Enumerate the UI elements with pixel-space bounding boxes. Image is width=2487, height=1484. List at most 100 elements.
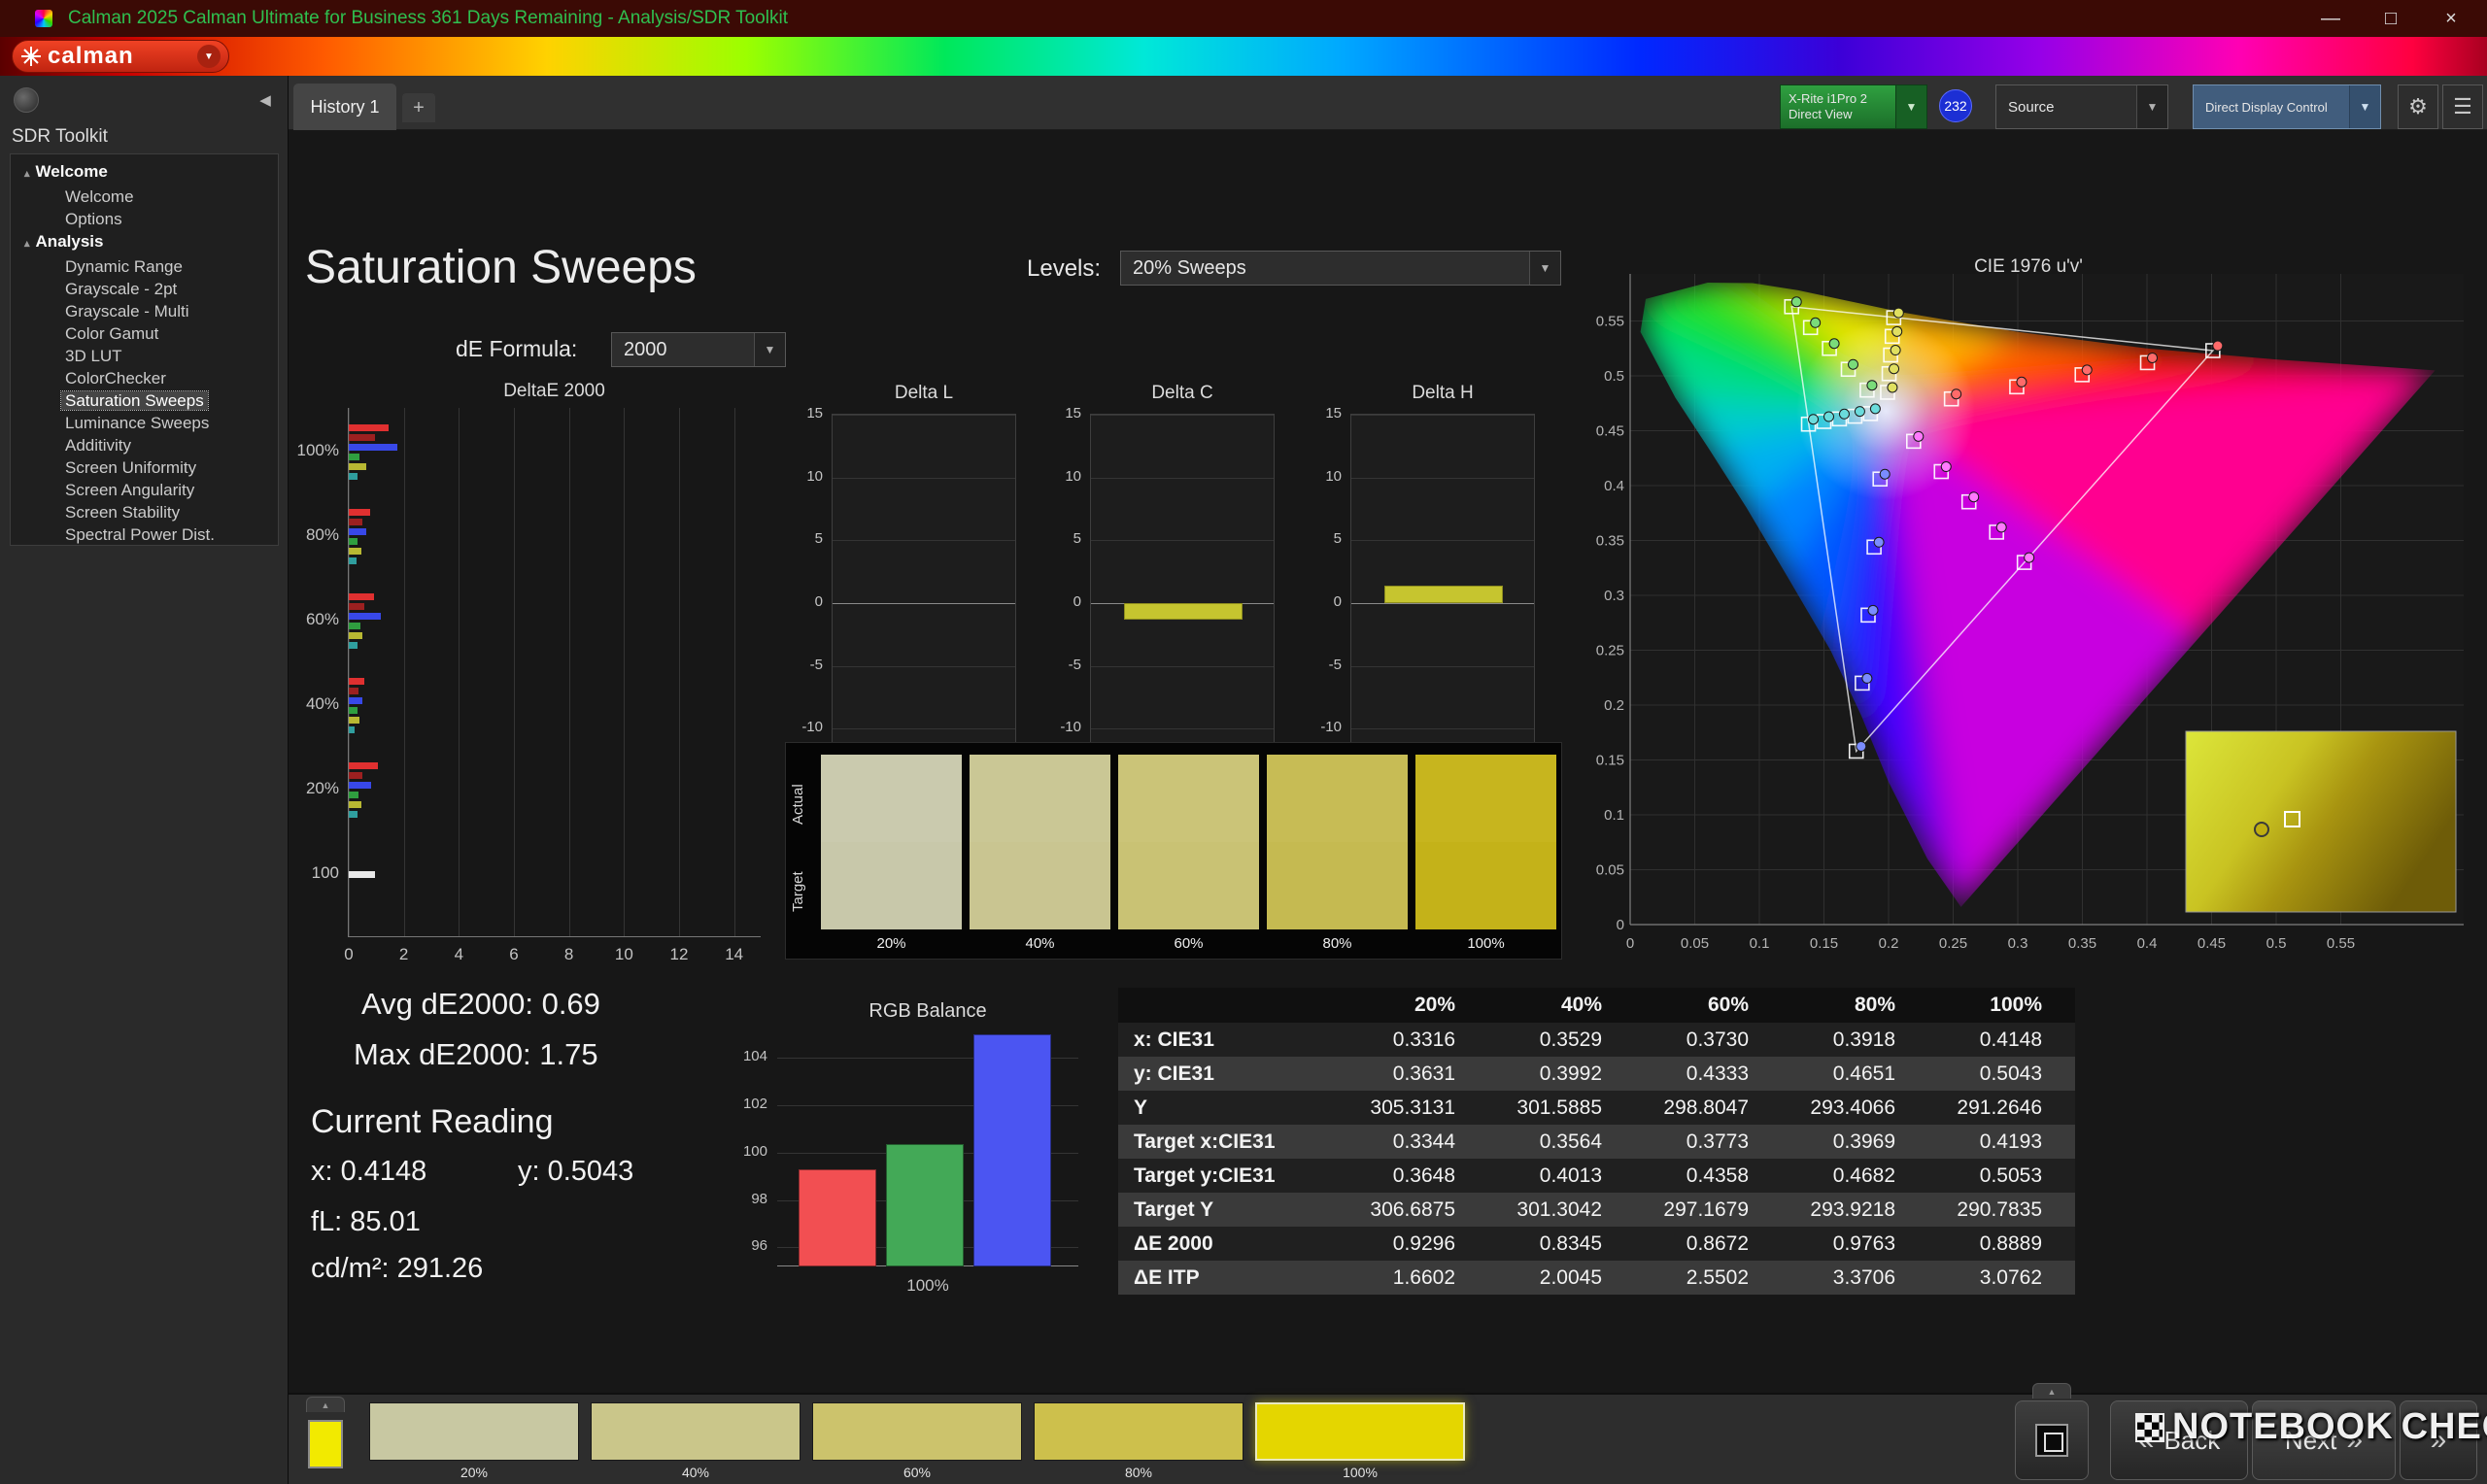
meter-dropdown[interactable]: X-Rite i1Pro 2 Direct View ▼ (1780, 84, 1927, 129)
sidebar-item-additivity[interactable]: Additivity (11, 434, 278, 456)
chart-title: Delta C (1151, 383, 1213, 403)
maximize-button[interactable]: □ (2361, 0, 2421, 37)
chevron-down-icon[interactable]: ▼ (1529, 252, 1560, 285)
axis-tick-label: 0.1 (1604, 807, 1624, 824)
table-row-label: x: CIE31 (1118, 1023, 1342, 1057)
chevron-down-icon[interactable]: ▼ (2349, 85, 2380, 128)
actual-swatch (1267, 755, 1408, 842)
sidebar-item-dynamic-range[interactable]: Dynamic Range (11, 255, 278, 278)
de-bar (349, 547, 361, 555)
sidebar-item-screen-angularity[interactable]: Screen Angularity (11, 479, 278, 501)
cie-measured-marker (1823, 411, 1834, 422)
cie-measured-marker (1891, 325, 1903, 337)
page-title: Saturation Sweeps (305, 242, 697, 293)
chevron-down-icon[interactable]: ▼ (754, 333, 785, 366)
pattern-patch-80[interactable]: 80% (1034, 1402, 1244, 1480)
axis-tick-label: 0.2 (1879, 935, 1899, 952)
de-bar (349, 800, 362, 808)
swatch-column-80: 80% (1267, 755, 1408, 952)
sidebar-item-spectral-power-dist[interactable]: Spectral Power Dist. (11, 523, 278, 545)
table-cell: 290.7835 (1928, 1193, 2075, 1227)
sidebar-item-screen-stability[interactable]: Screen Stability (11, 501, 278, 523)
cie-measured-marker (2147, 352, 2159, 363)
de-formula-dropdown[interactable]: 2000 ▼ (611, 332, 786, 367)
cie-measured-marker (1940, 461, 1952, 473)
sidebar-item-colorchecker[interactable]: ColorChecker (11, 367, 278, 389)
table-cell: 0.3969 (1782, 1125, 1928, 1159)
add-tab-button[interactable]: + (402, 93, 435, 122)
axis-tick-label: 0 (344, 945, 354, 963)
minimize-button[interactable]: — (2300, 0, 2361, 37)
calman-logo-button[interactable]: calman ▼ (12, 40, 229, 73)
workflow-tree: ▴ Welcome Welcome Options ▴ Analysis Dynamic R… (10, 153, 279, 546)
display-control-dropdown[interactable]: Direct Display Control ▼ (2193, 84, 2381, 129)
deltae-plot-area: 0 2 4 6 8 10 12 14 100% 80% 60% 40% 20% 100 (297, 408, 761, 963)
patch-label: 60% (903, 1465, 932, 1480)
de-bar (349, 443, 397, 451)
pattern-patch-100[interactable]: 100% (1255, 1402, 1465, 1480)
table-cell: 306.6875 (1342, 1193, 1488, 1227)
tree-expander-icon[interactable]: ▴ (24, 168, 30, 180)
sidebar-collapse-button[interactable]: ◀ (251, 85, 280, 115)
cie-measured-marker (2016, 376, 2027, 388)
chart-title: Delta L (894, 383, 954, 403)
gear-icon[interactable]: ⚙ (2398, 84, 2438, 129)
patch-swatch[interactable] (369, 1402, 579, 1461)
pattern-patch-40[interactable]: 40% (591, 1402, 801, 1480)
watermark-text: NOTEBOOK (2172, 1406, 2394, 1447)
pattern-patch-60[interactable]: 60% (812, 1402, 1022, 1480)
gridline (1091, 665, 1274, 667)
gridline (1351, 477, 1534, 479)
sidebar-item-grayscale-2pt[interactable]: Grayscale - 2pt (11, 278, 278, 300)
sidebar-item-color-gamut[interactable]: Color Gamut (11, 322, 278, 345)
sidebar-item-screen-uniformity[interactable]: Screen Uniformity (11, 456, 278, 479)
tab-history-1[interactable]: History 1 (293, 84, 396, 130)
axis-tick-label: 0.15 (1596, 753, 1624, 769)
axis-tick-label: 0.45 (2197, 935, 2226, 952)
close-button[interactable]: × (2421, 0, 2481, 37)
sidebar-item-grayscale-multi[interactable]: Grayscale - Multi (11, 300, 278, 322)
sidebar-item-saturation-sweeps[interactable]: Saturation Sweeps (11, 389, 278, 412)
axis-tick-label: 0.5 (1604, 368, 1624, 385)
chevron-down-icon[interactable]: ▼ (1895, 85, 1926, 128)
levels-dropdown[interactable]: 20% Sweeps ▼ (1120, 251, 1561, 286)
cie-measured-marker (2081, 364, 2093, 376)
gridline (1091, 415, 1274, 416)
table-cell: 0.4193 (1928, 1125, 2075, 1159)
patch-swatch[interactable] (812, 1402, 1022, 1461)
axis-tick-label: 0 (1626, 935, 1634, 952)
rainbow-banner (0, 37, 2487, 76)
drawer-handle-icon[interactable]: ▲ (2032, 1383, 2071, 1399)
pattern-window-button[interactable] (2015, 1400, 2089, 1480)
table-cell: 0.4333 (1635, 1057, 1782, 1091)
de-bar (349, 472, 358, 480)
patch-swatch[interactable] (1255, 1402, 1465, 1461)
patch-swatch[interactable] (1034, 1402, 1244, 1461)
axis-tick-label: 96 (751, 1237, 767, 1255)
drawer-handle-icon[interactable]: ▲ (306, 1397, 345, 1412)
settings-menu-icon[interactable]: ☰ (2442, 84, 2483, 129)
status-ball-icon[interactable] (14, 87, 39, 113)
table-cell: 2.5502 (1635, 1261, 1782, 1295)
pattern-patch-20[interactable]: 20% (369, 1402, 579, 1480)
gridline (1351, 665, 1534, 667)
sidebar-item-luminance-sweeps[interactable]: Luminance Sweeps (11, 412, 278, 434)
axis-tick-label: 0.15 (1810, 935, 1838, 952)
sidebar-item-welcome[interactable]: Welcome (11, 186, 278, 208)
tree-expander-icon[interactable]: ▴ (24, 238, 30, 250)
table-row-label: y: CIE31 (1118, 1057, 1342, 1091)
source-dropdown[interactable]: Source ▼ (1995, 84, 2168, 129)
de-bar (349, 592, 375, 600)
target-swatch (970, 842, 1110, 929)
table-row-label: Target Y (1118, 1193, 1342, 1227)
axis-tick-label: 0.05 (1681, 935, 1709, 952)
patch-swatch[interactable] (591, 1402, 801, 1461)
chevron-down-icon[interactable]: ▼ (2136, 85, 2167, 128)
sidebar-item-3d-lut[interactable]: 3D LUT (11, 345, 278, 367)
table-header-cell: 100% (1928, 988, 2075, 1023)
gridline (1091, 540, 1274, 542)
sidebar-item-options[interactable]: Options (11, 208, 278, 230)
delta-l-plot-area: 151050-5-10-15 (801, 405, 1016, 798)
logo-dropdown-icon[interactable]: ▼ (197, 45, 221, 68)
target-swatch (1267, 842, 1408, 929)
